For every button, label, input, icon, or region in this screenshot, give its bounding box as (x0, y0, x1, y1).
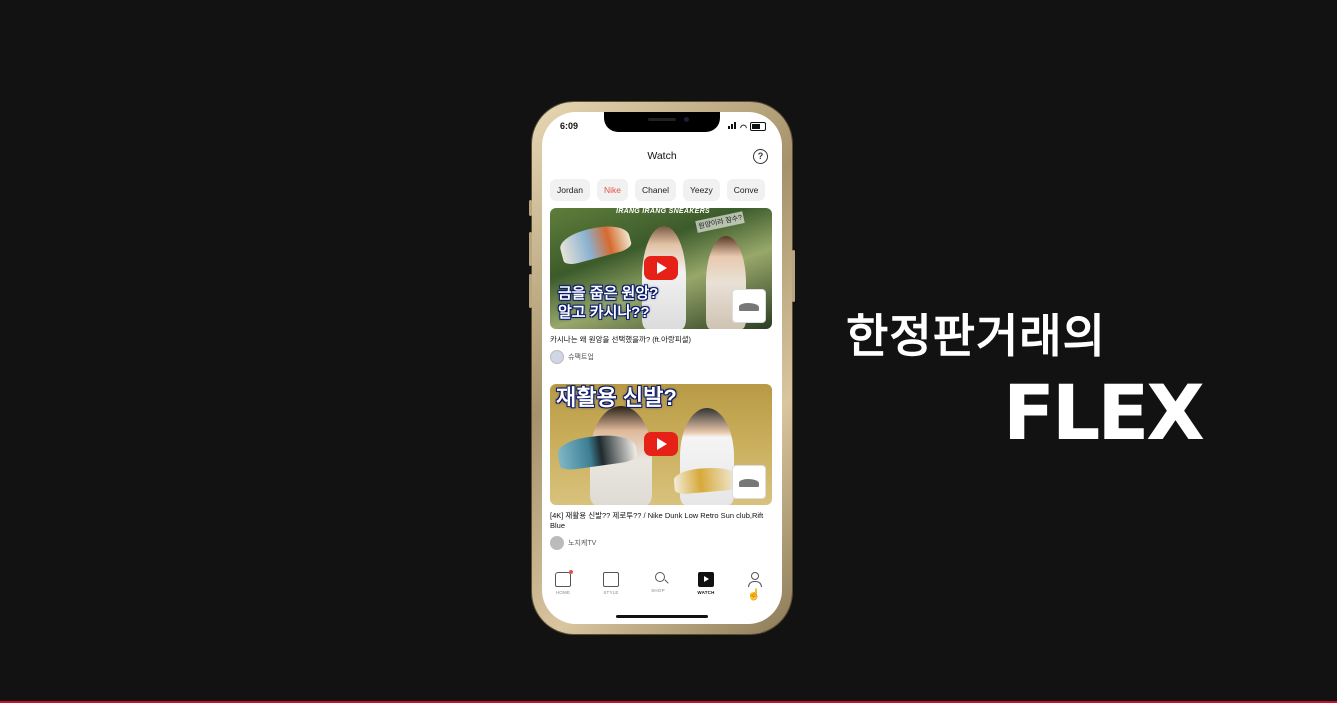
page-title: Watch (647, 150, 677, 162)
notification-dot (569, 570, 573, 574)
status-bar: 6:09 ◠ (542, 120, 782, 134)
channel-row[interactable]: 슈팩트업 (550, 350, 772, 364)
video-caption[interactable]: [4K] 재활용 신발?? 제로투?? / Nike Dunk Low Retr… (550, 511, 772, 531)
tab-label: SHOP (651, 588, 665, 593)
bottom-tab-bar: HOME STYLE SHOP WATCH (542, 568, 782, 608)
wifi-icon: ◠ (740, 123, 747, 132)
hand-cursor-icon: ☝ (747, 589, 761, 601)
play-icon[interactable] (644, 256, 678, 280)
video-thumbnail[interactable]: 재활용 신발? (550, 384, 772, 505)
volume-down-button (529, 274, 532, 308)
tab-home[interactable]: HOME (548, 570, 578, 595)
chip-jordan[interactable]: Jordan (550, 179, 590, 201)
play-icon[interactable] (644, 432, 678, 456)
style-icon (603, 572, 619, 587)
system-icons: ◠ (728, 121, 766, 132)
tab-label: STYLE (603, 590, 619, 595)
channel-name: 노지케TV (568, 540, 597, 547)
promo-tagline: 한정판거래의 (846, 310, 1106, 362)
tab-label: HOME (555, 590, 571, 595)
silent-switch (529, 200, 532, 216)
phone-screen: 6:09 ◠ Watch ? Jordan Nike Chanel Yeezy … (542, 112, 782, 624)
channel-row[interactable]: 노지케TV (550, 536, 772, 550)
shop-icon (651, 572, 665, 585)
battery-icon (750, 122, 766, 131)
status-time: 6:09 (560, 121, 579, 131)
home-icon (555, 570, 573, 587)
tab-shop[interactable]: SHOP (643, 572, 673, 593)
help-icon[interactable]: ? (753, 149, 768, 164)
promo-headline: FLEX (1003, 368, 1205, 457)
chip-yeezy[interactable]: Yeezy (682, 179, 720, 201)
thumbnail-banner: IRANG IRANG SNEAKERS (616, 208, 710, 215)
tab-watch[interactable]: WATCH (691, 572, 721, 595)
video-thumbnail[interactable]: IRANG IRANG SNEAKERS 원양이라 잠수? 금을 줍은 원앙? … (550, 208, 772, 329)
chip-chanel[interactable]: Chanel (635, 179, 676, 201)
chip-nike[interactable]: Nike (597, 179, 629, 201)
product-tag-icon[interactable] (732, 289, 766, 323)
channel-name: 슈팩트업 (568, 354, 594, 361)
phone-frame: 6:09 ◠ Watch ? Jordan Nike Chanel Yeezy … (529, 102, 795, 634)
video-card[interactable]: IRANG IRANG SNEAKERS 원양이라 잠수? 금을 줍은 원앙? … (550, 208, 772, 364)
channel-avatar (550, 536, 564, 550)
signal-icon (728, 121, 737, 131)
sneaker-image (557, 219, 633, 267)
video-card[interactable]: 재활용 신발? [4K] 재활용 신발?? 제로투?? / Nike Dunk … (550, 384, 772, 550)
category-chips: Jordan Nike Chanel Yeezy Conve (550, 179, 766, 201)
tab-profile[interactable] (739, 572, 769, 587)
product-tag-icon[interactable] (732, 465, 766, 499)
tab-label: WATCH (697, 590, 715, 595)
thumbnail-title-line: 알고 카시나?? (558, 304, 650, 321)
home-indicator (616, 615, 708, 618)
thumbnail-title-line: 금을 줍은 원앙? (558, 285, 659, 302)
chip-converse[interactable]: Conve (726, 179, 766, 201)
power-button (792, 250, 795, 302)
tab-style[interactable]: STYLE (596, 572, 626, 595)
volume-up-button (529, 232, 532, 266)
channel-avatar (550, 350, 564, 364)
thumbnail-title: 금을 줍은 원앙? 알고 카시나?? (558, 284, 658, 322)
thumbnail-title: 재활용 신발? (556, 385, 677, 410)
video-caption[interactable]: 카시나는 왜 원앙을 선택했을까? (ft.아랑피셜) (550, 335, 772, 345)
watch-icon (698, 572, 714, 587)
profile-icon (747, 572, 762, 587)
